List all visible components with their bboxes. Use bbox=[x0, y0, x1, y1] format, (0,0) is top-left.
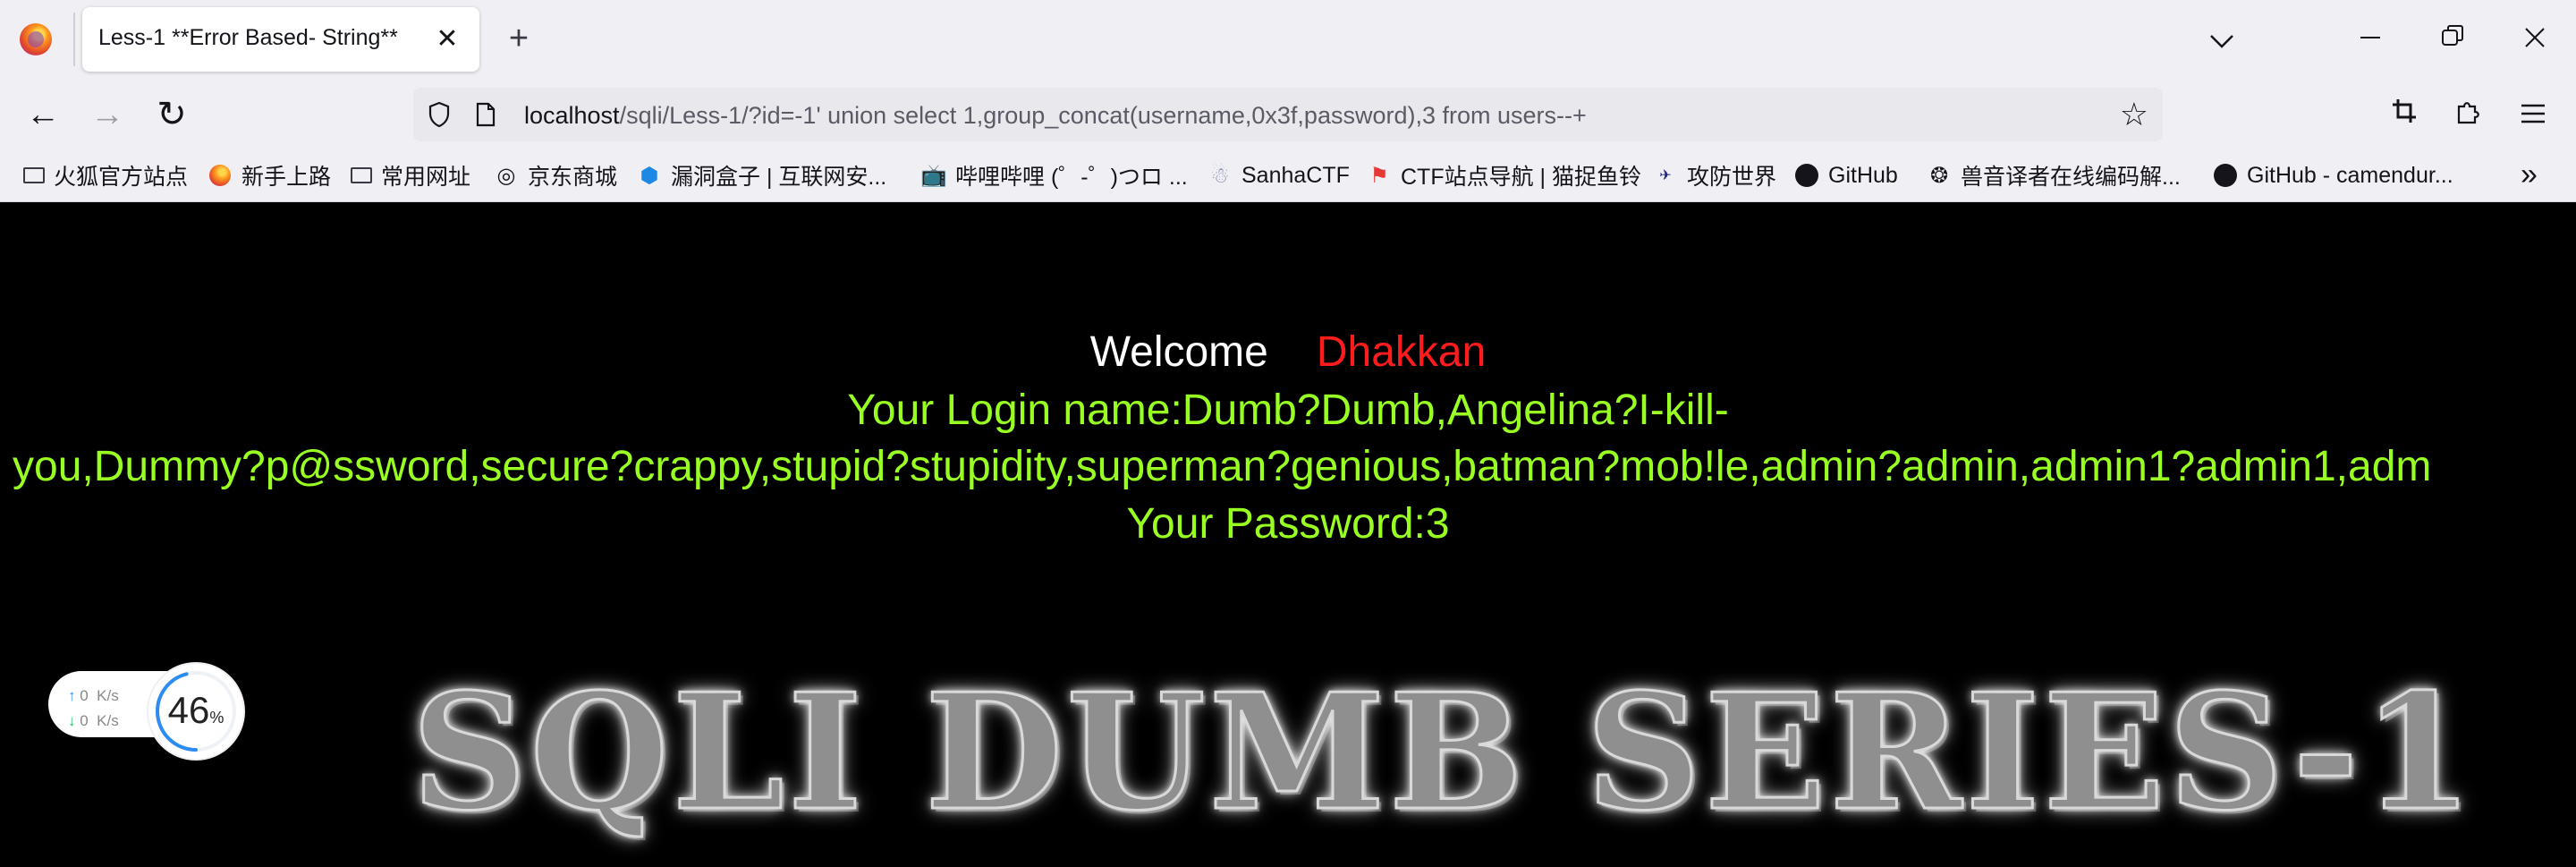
bookmark-label: 常用网址 bbox=[381, 165, 471, 190]
folder-icon bbox=[23, 167, 45, 183]
bookmark-label: CTF站点导航 | 猫捉鱼铃 bbox=[1401, 165, 1641, 190]
bookmark-item[interactable]: ❂ 兽音译者在线编码解... bbox=[1927, 159, 2181, 191]
minimize-icon bbox=[2360, 37, 2380, 38]
bilibili-icon: 📺 bbox=[920, 163, 947, 188]
download-arrow-icon: ↓ bbox=[68, 712, 76, 729]
github-icon bbox=[2213, 163, 2238, 188]
welcome-text: Welcome bbox=[1089, 328, 1268, 376]
tab-bar: Less-1 **Error Based- String** ✕ + bbox=[0, 0, 2576, 79]
url-bar[interactable]: localhost/sqli/Less-1/?id=-1' union sele… bbox=[413, 88, 2163, 141]
upload-speed: ↑ 0 K/s bbox=[68, 687, 119, 705]
download-unit: K/s bbox=[97, 712, 119, 729]
sqli-banner-image: SQLI DUMB SERIES-1 bbox=[411, 659, 2477, 846]
globe-icon: ◎ bbox=[496, 163, 516, 188]
bookmark-label: SanhaCTF bbox=[1241, 162, 1350, 188]
url-host: localhost bbox=[524, 102, 620, 129]
bookmark-item[interactable]: ⚑ CTF站点导航 | 猫捉鱼铃 bbox=[1367, 159, 1641, 191]
bookmark-item[interactable]: ⬢ 漏洞盒子 | 互联网安... bbox=[637, 159, 887, 191]
navigation-bar: ← → ↻ localhost/sqli/Less-1/?id=-1' unio… bbox=[0, 79, 2576, 150]
close-tab-icon[interactable]: ✕ bbox=[428, 20, 467, 59]
usage-percent-sign: % bbox=[209, 709, 225, 727]
bookmark-label: 新手上路 bbox=[242, 165, 332, 190]
browser-chrome: Less-1 **Error Based- String** ✕ + ← → ↻… bbox=[0, 0, 2576, 203]
list-tabs-button[interactable] bbox=[2197, 14, 2247, 64]
extensions-button[interactable] bbox=[2445, 91, 2492, 138]
screenshot-button[interactable] bbox=[2381, 91, 2428, 138]
bookmark-label: 漏洞盒子 | 互联网安... bbox=[671, 165, 887, 190]
bookmark-item[interactable]: 常用网址 bbox=[351, 159, 470, 191]
bookmark-label: 火狐官方站点 bbox=[54, 165, 189, 190]
hamburger-icon bbox=[2521, 104, 2545, 123]
paw-icon: ❂ bbox=[1929, 163, 1949, 188]
usage-value: 46 bbox=[167, 689, 210, 731]
welcome-line: Welcome Dhakkan bbox=[0, 327, 2576, 377]
restore-icon bbox=[2442, 25, 2463, 46]
welcome-name: Dhakkan bbox=[1316, 328, 1487, 376]
tab-active[interactable]: Less-1 **Error Based- String** ✕ bbox=[82, 7, 479, 72]
ctf-icon: ⚑ bbox=[1369, 163, 1389, 188]
close-icon bbox=[2525, 28, 2545, 47]
bookmarks-toolbar: 火狐官方站点 新手上路 常用网址 ◎ 京东商城 ⬢ 漏洞盒子 | 互联网安... 📺… bbox=[0, 150, 2576, 200]
shield-icon[interactable] bbox=[428, 101, 451, 128]
bookmark-item[interactable]: ✈ 攻防世界 bbox=[1653, 159, 1776, 191]
url-text[interactable]: localhost/sqli/Less-1/?id=-1' union sele… bbox=[524, 102, 1587, 130]
folder-icon bbox=[351, 167, 372, 183]
github-icon bbox=[1794, 163, 1819, 188]
restore-button[interactable] bbox=[2428, 14, 2478, 64]
crop-icon bbox=[2393, 99, 2416, 123]
bookmark-label: 攻防世界 bbox=[1687, 165, 1777, 190]
bookmark-label: 京东商城 bbox=[528, 165, 618, 190]
bookmarks-overflow-icon[interactable]: » bbox=[2521, 157, 2538, 192]
login-name-line-1: Your Login name:Dumb?Dumb,Angelina?I-kil… bbox=[847, 387, 1729, 434]
bookmark-label: GitHub - camendur... bbox=[2247, 162, 2453, 188]
adworld-icon: ✈ bbox=[1659, 168, 1672, 183]
minimize-button[interactable] bbox=[2345, 14, 2395, 64]
memory-usage-circle[interactable]: 46% bbox=[148, 664, 243, 759]
bookmark-star-icon[interactable]: ☆ bbox=[2120, 98, 2148, 131]
firefox-menu-icon[interactable] bbox=[20, 23, 52, 55]
page-info-icon[interactable] bbox=[476, 102, 496, 127]
page-content: Welcome Dhakkan Your Login name:Dumb?Dumb… bbox=[0, 202, 2576, 867]
network-speed-widget[interactable]: ↑ 0 K/s ↓ 0 K/s 46% bbox=[48, 664, 245, 759]
bookmark-label: 哔哩哔哩 (゜-゜)つロ ... bbox=[955, 165, 1188, 190]
bookmark-item[interactable]: GitHub - camendur... bbox=[2213, 159, 2453, 191]
bookmark-item[interactable]: 火狐官方站点 bbox=[23, 159, 188, 191]
login-name-line-2: you,Dummy?p@ssword,secure?crappy,stupid?… bbox=[13, 443, 2432, 490]
upload-arrow-icon: ↑ bbox=[68, 687, 76, 704]
download-value: 0 bbox=[80, 712, 89, 729]
upload-unit: K/s bbox=[97, 687, 119, 704]
firefox-icon bbox=[208, 163, 233, 188]
bookmark-label: GitHub bbox=[1828, 162, 1898, 188]
puzzle-icon bbox=[2457, 102, 2479, 124]
new-tab-button[interactable]: + bbox=[497, 18, 540, 61]
back-button[interactable]: ← bbox=[20, 91, 66, 138]
tab-separator bbox=[73, 13, 75, 66]
password-line: Your Password:3 bbox=[1126, 500, 1450, 548]
download-speed: ↓ 0 K/s bbox=[68, 712, 119, 730]
forward-button[interactable]: → bbox=[84, 91, 131, 138]
bookmark-item[interactable]: ☃ SanhaCTF bbox=[1208, 159, 1350, 191]
bookmark-label: 兽音译者在线编码解... bbox=[1961, 165, 2181, 190]
app-menu-button[interactable] bbox=[2510, 91, 2556, 138]
chevron-down-icon bbox=[2210, 35, 2233, 48]
tab-title: Less-1 **Error Based- String** bbox=[98, 25, 398, 50]
reload-button[interactable]: ↻ bbox=[148, 91, 195, 138]
upload-value: 0 bbox=[80, 687, 89, 704]
banner-text: SQLI DUMB SERIES-1 bbox=[411, 659, 2477, 846]
bookmark-item[interactable]: GitHub bbox=[1794, 159, 1898, 191]
sanha-icon: ☃ bbox=[1210, 163, 1230, 188]
close-window-button[interactable] bbox=[2510, 14, 2560, 64]
bookmark-item[interactable]: 新手上路 bbox=[208, 159, 331, 191]
bookmark-item[interactable]: 📺 哔哩哔哩 (゜-゜)つロ ... bbox=[920, 159, 1188, 191]
usage-percent: 46% bbox=[148, 689, 243, 732]
hexagon-icon: ⬢ bbox=[640, 163, 659, 188]
bookmark-item[interactable]: ◎ 京东商城 bbox=[494, 159, 618, 191]
url-path: /sqli/Less-1/?id=-1' union select 1,grou… bbox=[619, 102, 1587, 129]
